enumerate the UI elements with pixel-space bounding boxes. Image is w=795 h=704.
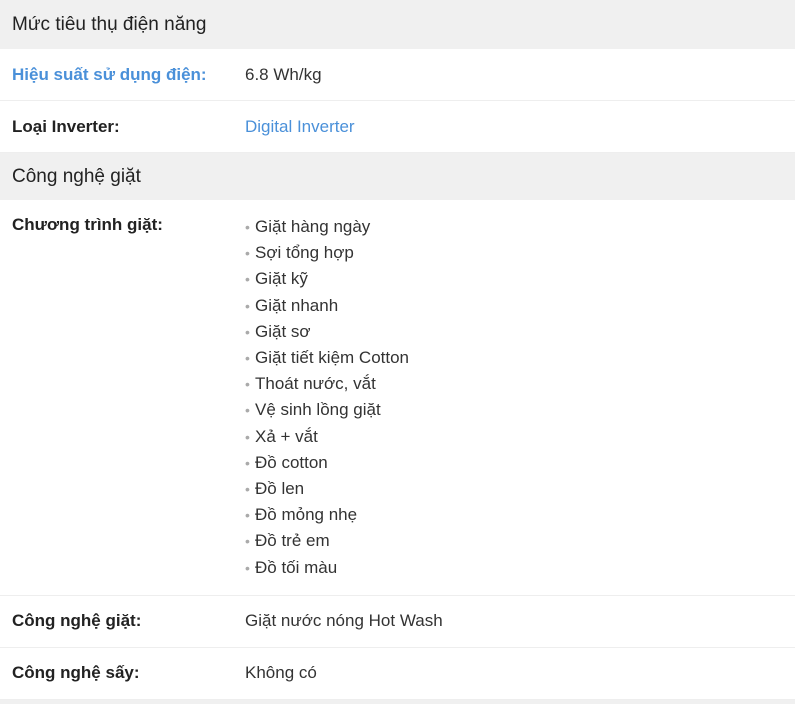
bullet-icon: • [245,428,250,445]
program-label: Thoát nước, vắt [255,374,376,394]
program-item: • Vệ sinh lồng giặt [245,397,795,423]
section-title-washing: Công nghệ giặt [12,165,141,187]
program-label: Đồ tối màu [255,557,338,577]
bullet-icon: • [245,219,250,236]
program-label: Giặt kỹ [255,269,308,289]
section-title-power: Mức tiêu thụ điện năng [12,13,207,35]
bullet-icon: • [245,350,250,367]
section-header-power[interactable]: Mức tiêu thụ điện năng [0,0,795,49]
program-label: Xả + vắt [255,426,318,446]
inverter-label: Loại Inverter: [12,116,120,136]
spec-row-dry-tech: Công nghệ sấy: Không có [0,648,795,700]
spec-table: Mức tiêu thụ điện năng Hiệu suất sử dụng… [0,0,795,704]
program-label: Đồ mỏng nhẹ [255,505,358,525]
program-label: Giặt sơ [255,321,311,341]
program-label: Đồ cotton [255,452,328,472]
program-item: • Giặt tiết kiệm Cotton [245,345,795,371]
program-label: Đồ trẻ em [255,531,330,551]
program-item: • Đồ tối màu [245,554,795,580]
bullet-icon: • [245,376,250,393]
inverter-value: Digital Inverter [245,117,795,137]
bullet-icon: • [245,245,250,262]
efficiency-label[interactable]: Hiệu suất sử dụng điện: [0,65,245,85]
dry-tech-label: Công nghệ sấy: [12,663,140,683]
wash-tech-label: Công nghệ giặt: [12,611,142,631]
program-label: Sợi tổng hợp [255,243,354,263]
spec-row-inverter: Loại Inverter: Digital Inverter [0,101,795,153]
program-item: • Giặt hàng ngày [245,214,795,240]
program-item: • Đồ cotton [245,450,795,476]
program-item: • Giặt sơ [245,319,795,345]
programs-label: Chương trình giặt: [12,215,163,234]
spec-row-programs: Chương trình giặt: • Giặt hàng ngày • Sợi t… [0,200,795,596]
dry-tech-value: Không có [245,663,317,683]
programs-value: • Giặt hàng ngày • Sợi tổng hợp • Giặt kỹ • Giặ… [245,214,795,581]
program-list: • Giặt hàng ngày • Sợi tổng hợp • Giặt kỹ • Giặ… [245,214,795,581]
bullet-icon: • [245,454,250,471]
bullet-icon: • [245,297,250,314]
spec-row-efficiency: Hiệu suất sử dụng điện: 6.8 Wh/kg [0,49,795,101]
program-item: • Giặt nhanh [245,293,795,319]
bullet-icon: • [245,480,250,497]
inverter-link[interactable]: Digital Inverter [245,117,355,136]
program-label: Vệ sinh lồng giặt [255,400,381,420]
program-item: • Thoát nước, vắt [245,371,795,397]
program-item: • Xả + vắt [245,424,795,450]
bullet-icon: • [245,271,250,288]
program-label: Giặt nhanh [255,295,339,315]
bullet-icon: • [245,402,250,419]
program-label: Đồ len [255,478,305,498]
bullet-icon: • [245,507,250,524]
program-item: • Đồ trẻ em [245,528,795,554]
program-item: • Đồ mỏng nhẹ [245,502,795,528]
spec-row-wash-tech: Công nghệ giặt: Giặt nước nóng Hot Wash [0,596,795,648]
program-item: • Đồ len [245,476,795,502]
wash-tech-value: Giặt nước nóng Hot Wash [245,611,443,631]
program-item: • Sợi tổng hợp [245,240,795,266]
section-header-washing[interactable]: Công nghệ giặt [0,153,795,200]
bullet-icon: • [245,323,250,340]
efficiency-value: 6.8 Wh/kg [245,64,322,84]
program-label: Giặt tiết kiệm Cotton [255,348,410,368]
bottom-divider [0,699,795,704]
bullet-icon: • [245,533,250,550]
program-item: • Giặt kỹ [245,266,795,292]
program-label: Giặt hàng ngày [255,217,371,237]
bullet-icon: • [245,559,250,576]
